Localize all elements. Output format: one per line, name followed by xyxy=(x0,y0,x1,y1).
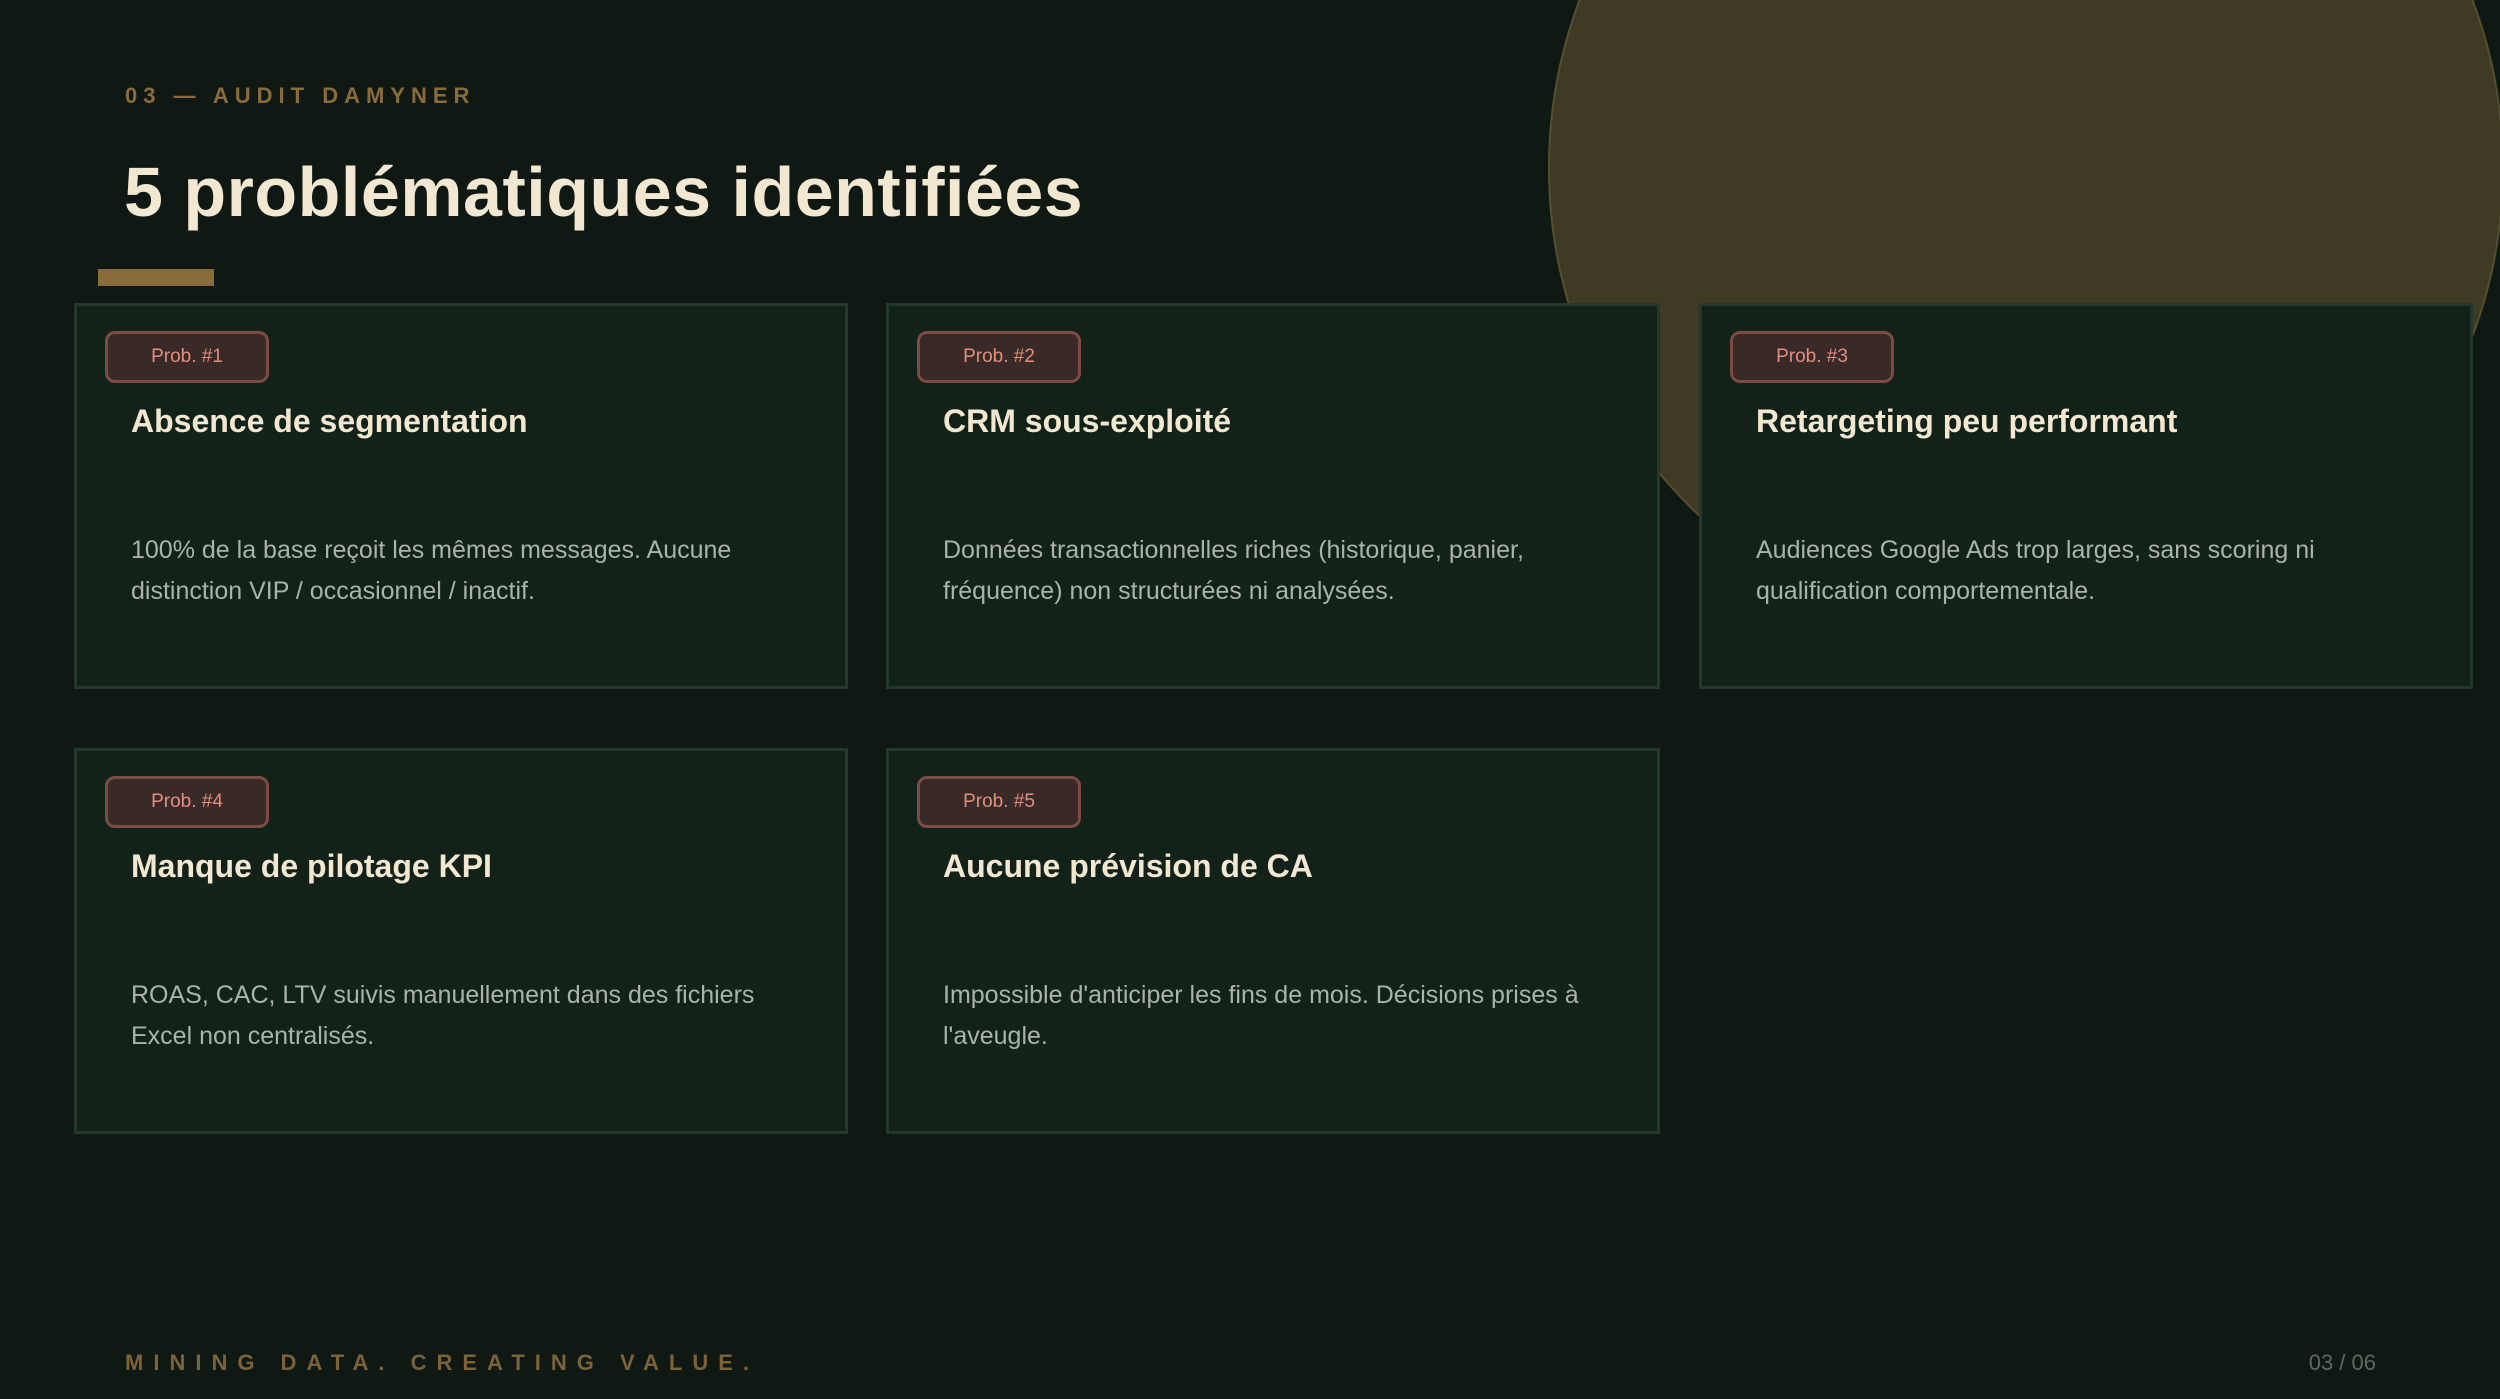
page-title: 5 problématiques identifiées xyxy=(124,153,1084,231)
problem-title: Retargeting peu performant xyxy=(1756,403,2178,439)
problem-title: Absence de segmentation xyxy=(131,403,528,439)
problem-badge: Prob. #3 xyxy=(1730,331,1894,383)
problem-description: Impossible d'anticiper les fins de mois.… xyxy=(943,981,1579,1050)
problem-card-5: Prob. #5 Aucune prévision de CA Impossib… xyxy=(886,748,1660,1134)
problem-title: Manque de pilotage KPI xyxy=(131,848,492,884)
problem-card-1: Prob. #1 Absence de segmentation 100% de… xyxy=(74,303,848,689)
title-accent-bar xyxy=(98,269,214,286)
problem-badge: Prob. #4 xyxy=(105,776,269,828)
problem-title: Aucune prévision de CA xyxy=(943,848,1313,884)
problem-card-3: Prob. #3 Retargeting peu performant Audi… xyxy=(1699,303,2473,689)
problem-card-2: Prob. #2 CRM sous-exploité Données trans… xyxy=(886,303,1660,689)
problem-card-4: Prob. #4 Manque de pilotage KPI ROAS, CA… xyxy=(74,748,848,1134)
problem-description: ROAS, CAC, LTV suivis manuellement dans … xyxy=(131,981,755,1050)
section-kicker: 03 — AUDIT DAMYNER xyxy=(125,83,476,108)
problem-badge: Prob. #1 xyxy=(105,331,269,383)
problem-title: CRM sous-exploité xyxy=(943,403,1232,439)
problem-badge: Prob. #5 xyxy=(917,776,1081,828)
page-number: 03 / 06 xyxy=(2308,1350,2376,1375)
problem-badge: Prob. #2 xyxy=(917,331,1081,383)
problem-description: Audiences Google Ads trop larges, sans s… xyxy=(1756,536,2315,605)
footer-tagline: MINING DATA. CREATING VALUE. xyxy=(125,1350,760,1375)
problem-description: 100% de la base reçoit les mêmes message… xyxy=(131,536,732,605)
problem-description: Données transactionnelles riches (histor… xyxy=(943,536,1524,605)
